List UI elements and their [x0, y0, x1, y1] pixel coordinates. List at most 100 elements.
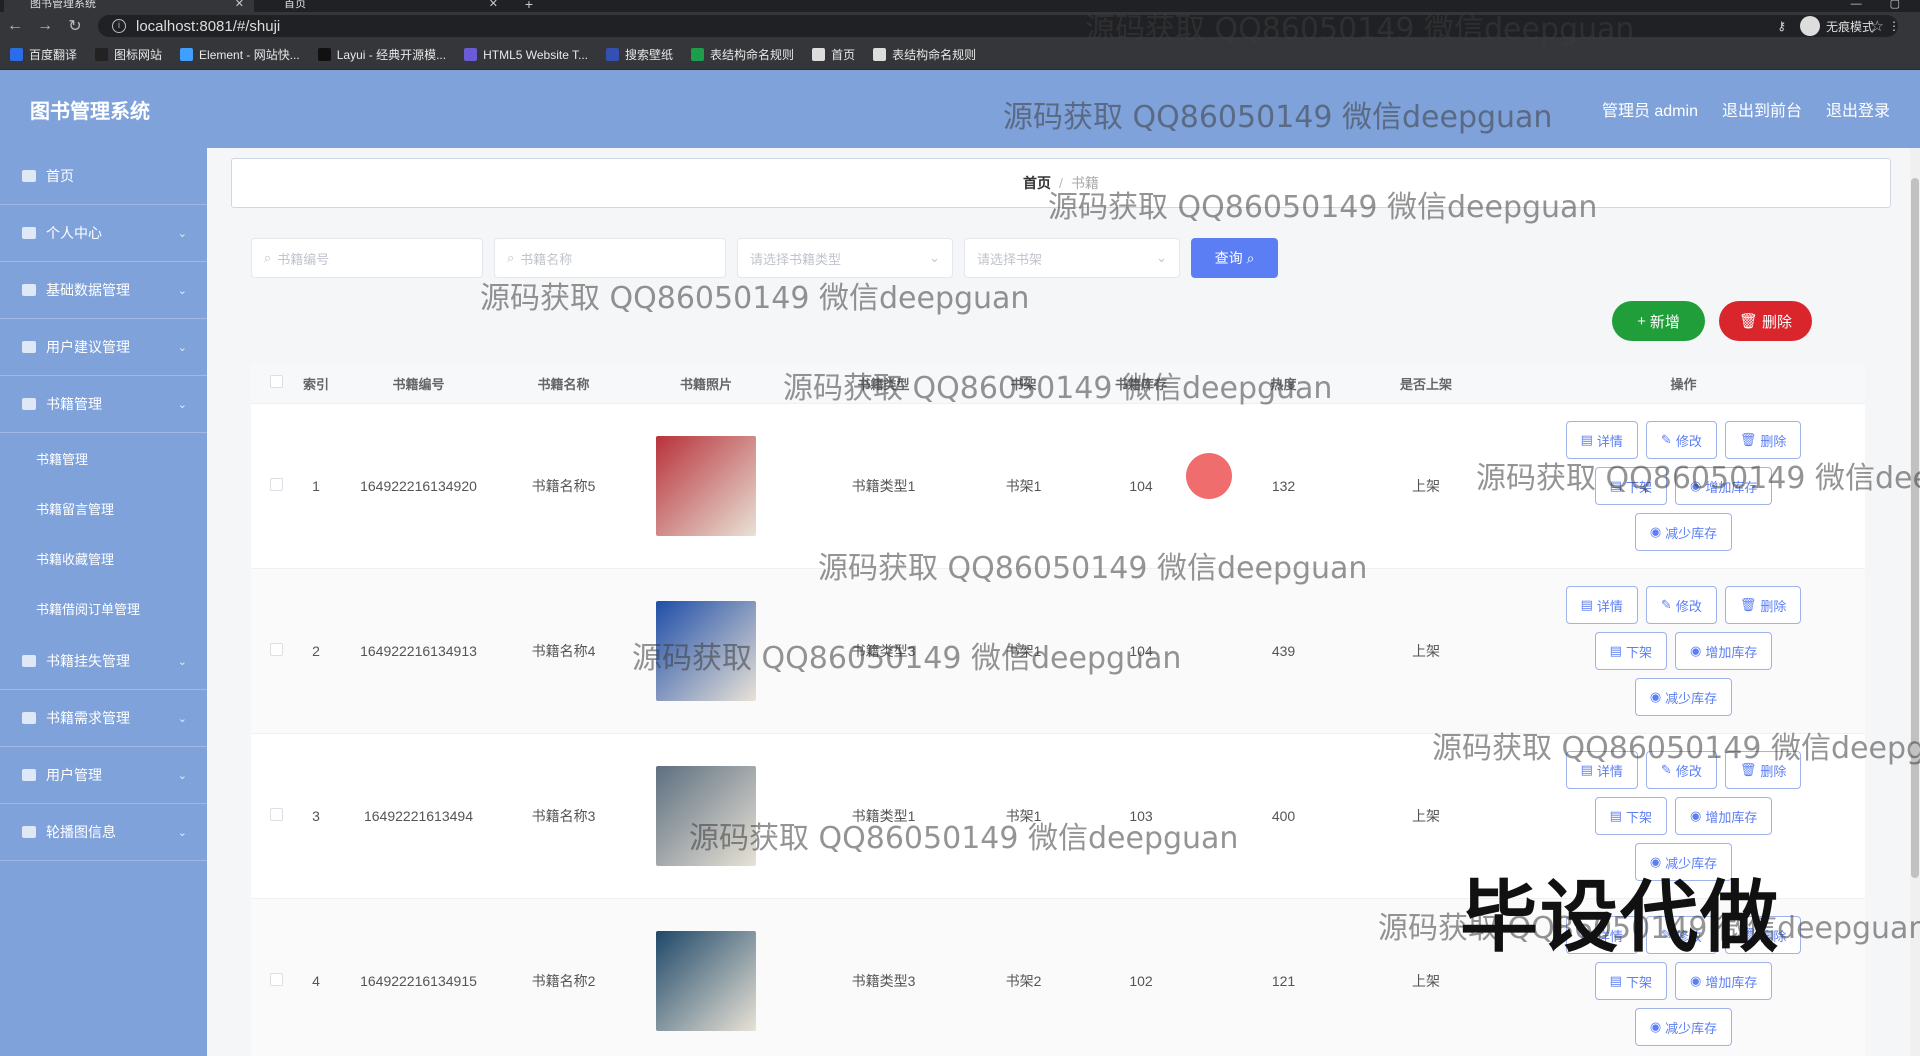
row-checkbox[interactable]: [269, 478, 283, 491]
book-cover-image[interactable]: [656, 766, 756, 866]
bookmark-label: 首页: [831, 48, 856, 62]
bookmark-item[interactable]: 百度翻译: [10, 46, 77, 63]
sidebar-subitem[interactable]: 书籍管理: [0, 433, 207, 483]
query-button[interactable]: 查询 ⌕: [1191, 238, 1278, 278]
sidebar-item[interactable]: 轮播图信息 ⌄: [0, 804, 207, 861]
detail-button[interactable]: ▤ 详情: [1565, 586, 1638, 624]
close-icon[interactable]: ✕: [489, 0, 498, 10]
forward-icon[interactable]: →: [30, 17, 60, 35]
browser-tab-active[interactable]: 图书管理系统 ✕: [4, 0, 254, 12]
cell-book-name: 书籍名称3: [531, 808, 596, 824]
menu-icon[interactable]: ⋮: [1888, 19, 1900, 33]
cell-shelf: 书架1: [1005, 643, 1042, 659]
add-stock-button[interactable]: ◉ 增加库存: [1674, 467, 1773, 505]
row-checkbox[interactable]: [269, 643, 283, 656]
bookmark-item[interactable]: Layui - 经典开源模...: [317, 46, 446, 63]
bookmark-item[interactable]: 首页: [812, 46, 855, 63]
menu-icon: [22, 655, 36, 667]
reduce-stock-button[interactable]: ◉ 减少库存: [1634, 513, 1733, 551]
sidebar-item[interactable]: 个人中心 ⌄: [0, 205, 207, 262]
bookmark-label: HTML5 Website T...: [483, 47, 589, 62]
sidebar-item[interactable]: 用户建议管理 ⌄: [0, 319, 207, 376]
delete-button[interactable]: 🗑 删除: [1724, 586, 1802, 624]
minimize-icon[interactable]: —: [1851, 0, 1862, 10]
bookmark-item[interactable]: Element - 网站快...: [180, 46, 300, 63]
add-button[interactable]: + 新增: [1612, 301, 1705, 341]
sidebar-item[interactable]: 书籍需求管理 ⌄: [0, 690, 207, 747]
cell-index: 2: [312, 643, 320, 659]
browser-tab-inactive[interactable]: 首页 ✕: [258, 0, 508, 12]
row-checkbox[interactable]: [269, 973, 283, 986]
new-tab-icon[interactable]: +: [518, 0, 540, 11]
url-input[interactable]: i localhost:8081/#/shuji ☆: [98, 15, 1898, 37]
bookmark-item[interactable]: HTML5 Website T...: [464, 48, 588, 62]
cell-stock: 104: [1129, 643, 1153, 659]
sidebar-item[interactable]: 基础数据管理 ⌄: [0, 262, 207, 319]
off-shelf-button[interactable]: ▤ 下架: [1594, 467, 1667, 505]
detail-button[interactable]: ▤ 详情: [1565, 751, 1638, 789]
bookmark-item[interactable]: 表结构命名规则: [691, 46, 794, 63]
off-shelf-button[interactable]: ▤ 下架: [1594, 797, 1667, 835]
sidebar-subitem[interactable]: 书籍收藏管理: [0, 533, 207, 583]
shelf-select[interactable]: 请选择书架 ⌄: [964, 238, 1180, 278]
book-cover-image[interactable]: [656, 436, 756, 536]
sidebar-item[interactable]: 用户管理 ⌄: [0, 747, 207, 804]
edit-button[interactable]: ✎ 修改: [1645, 586, 1717, 624]
back-icon[interactable]: ←: [0, 17, 30, 35]
book-name-input[interactable]: ⌕ 书籍名称: [494, 238, 726, 278]
book-no-input[interactable]: ⌕ 书籍编号: [251, 238, 483, 278]
exit-to-front-link[interactable]: 退出到前台: [1722, 97, 1802, 121]
cell-index: 4: [312, 973, 320, 989]
cell-book-type: 书籍类型3: [851, 973, 916, 989]
sidebar-item[interactable]: 书籍管理 ⌄: [0, 376, 207, 433]
row-checkbox[interactable]: [269, 808, 283, 821]
logout-link[interactable]: 退出登录: [1826, 97, 1890, 121]
row-actions-line: ◉ 减少库存: [1634, 678, 1733, 716]
site-info-icon[interactable]: i: [112, 19, 126, 33]
admin-link[interactable]: 管理员 admin: [1602, 97, 1698, 121]
off-shelf-button[interactable]: ▤ 下架: [1594, 632, 1667, 670]
off-shelf-button-label: 下架: [1625, 809, 1652, 825]
edit-icon: ✎: [1660, 597, 1672, 612]
scrollbar[interactable]: [1910, 148, 1920, 1056]
sidebar-item-label: 用户建议管理: [46, 339, 130, 355]
sidebar-item[interactable]: 首页: [0, 148, 207, 205]
delete-button[interactable]: 🗑 删除: [1724, 421, 1802, 459]
sidebar-subitem[interactable]: 书籍借阅订单管理: [0, 583, 207, 633]
reduce-stock-button[interactable]: ◉ 减少库存: [1634, 1008, 1733, 1046]
add-stock-button[interactable]: ◉ 增加库存: [1674, 797, 1773, 835]
scrollbar-thumb[interactable]: [1911, 178, 1919, 878]
sidebar-item[interactable]: 书籍挂失管理 ⌄: [0, 633, 207, 690]
incognito-badge[interactable]: 无痕模式: [1799, 16, 1874, 36]
delete-button[interactable]: 🗑 删除: [1724, 751, 1802, 789]
breadcrumb-home[interactable]: 首页: [1023, 173, 1051, 193]
edit-button[interactable]: ✎ 修改: [1645, 751, 1717, 789]
reduce-stock-button[interactable]: ◉ 减少库存: [1634, 678, 1733, 716]
off-shelf-button[interactable]: ▤ 下架: [1594, 962, 1667, 1000]
cell-book-photo: [621, 601, 791, 701]
tab-label: 图书管理系统: [30, 0, 96, 10]
bookmark-item[interactable]: 表结构命名规则: [873, 46, 976, 63]
sidebar-item-label: 基础数据管理: [46, 282, 130, 298]
book-cover-image[interactable]: [656, 601, 756, 701]
bookmark-item[interactable]: 图标网站: [95, 46, 162, 63]
chevron-down-icon: ⌄: [177, 712, 187, 725]
bookmark-item[interactable]: 搜索壁纸: [606, 46, 673, 63]
edit-button[interactable]: ✎ 修改: [1645, 421, 1717, 459]
sidebar-subitem[interactable]: 书籍留言管理: [0, 483, 207, 533]
book-cover-image[interactable]: [656, 931, 756, 1031]
reload-icon[interactable]: ↻: [60, 16, 90, 36]
select-all-checkbox[interactable]: [269, 375, 283, 388]
breadcrumb-current: 书籍: [1070, 175, 1099, 191]
book-type-select[interactable]: 请选择书籍类型 ⌄: [737, 238, 953, 278]
row-actions-line: ▤ 下架 ◉ 增加库存: [1594, 962, 1773, 1000]
cell-book-type: 书籍类型3: [851, 643, 916, 659]
batch-delete-button[interactable]: 🗑 删除: [1719, 301, 1812, 341]
maximize-icon[interactable]: ▢: [1890, 0, 1900, 10]
detail-button[interactable]: ▤ 详情: [1565, 421, 1638, 459]
add-stock-button[interactable]: ◉ 增加库存: [1674, 962, 1773, 1000]
cell-book-no: 16492221613494: [363, 808, 473, 824]
key-icon[interactable]: ⚷: [1777, 19, 1786, 33]
add-stock-button[interactable]: ◉ 增加库存: [1674, 632, 1773, 670]
close-icon[interactable]: ✕: [235, 0, 244, 10]
